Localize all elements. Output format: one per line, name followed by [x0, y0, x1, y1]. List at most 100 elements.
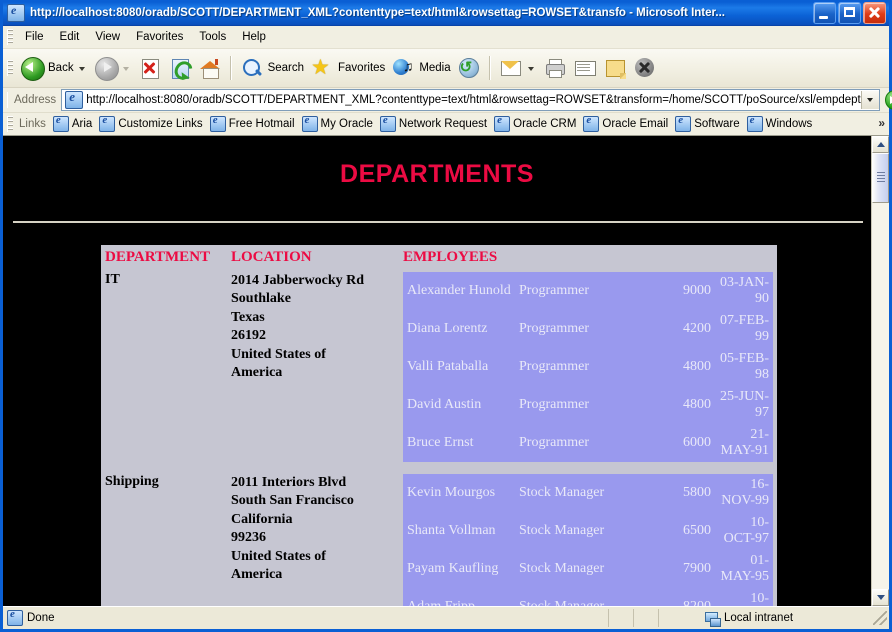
links-gripper[interactable]	[7, 116, 13, 132]
department-location: 2014 Jabberwocky Rd Southlake Texas 2619…	[227, 270, 399, 472]
history-icon: ↺	[457, 56, 481, 80]
link-windows[interactable]: Windows	[745, 116, 818, 132]
mail-button[interactable]	[496, 51, 540, 85]
location-line: South San Francisco	[231, 492, 395, 510]
link-software[interactable]: Software	[673, 116, 744, 132]
forward-dropdown-icon	[123, 67, 129, 71]
menu-gripper[interactable]	[7, 29, 13, 45]
link-aria[interactable]: Aria	[51, 116, 97, 132]
status-message-area: Done	[3, 609, 609, 627]
link-label: Windows	[766, 118, 813, 130]
links-label: Links	[19, 118, 46, 130]
menu-item-file[interactable]: File	[17, 29, 52, 45]
security-zone[interactable]: Local intranet	[659, 609, 873, 627]
link-icon	[302, 116, 318, 132]
close-button[interactable]	[863, 2, 886, 24]
employee-job: Programmer	[515, 424, 651, 462]
employee-name: David Austin	[403, 386, 515, 424]
menu-item-edit[interactable]: Edit	[52, 29, 88, 45]
search-button[interactable]: Search	[237, 51, 307, 85]
scrollbar-thumb[interactable]	[872, 153, 889, 203]
link-oracle-email[interactable]: Oracle Email	[581, 116, 673, 132]
employee-hire-date: 03-JAN-90	[715, 272, 773, 310]
scroll-up-button[interactable]	[872, 136, 889, 153]
web-page: DEPARTMENTS DEPARTMENT LOCATION EMPLOYEE…	[3, 136, 871, 606]
link-my-oracle[interactable]: My Oracle	[300, 116, 378, 132]
menu-item-favorites[interactable]: Favorites	[128, 29, 191, 45]
mail-dropdown-icon[interactable]	[528, 67, 534, 71]
title-bar: http://localhost:8080/oradb/SCOTT/DEPART…	[3, 0, 889, 26]
stop-button[interactable]	[135, 51, 165, 85]
employee-name: Shanta Vollman	[403, 512, 515, 550]
media-button[interactable]: ♫ Media	[388, 51, 453, 85]
employee-job: Programmer	[515, 310, 651, 348]
link-icon	[210, 116, 226, 132]
link-icon	[675, 116, 691, 132]
discuss-button[interactable]	[600, 51, 630, 85]
employee-row: Valli Pataballa Programmer 4800 05-FEB-9…	[403, 348, 773, 386]
link-label: Software	[694, 118, 739, 130]
back-button[interactable]: Back	[17, 51, 91, 85]
address-input[interactable]: http://localhost:8080/oradb/SCOTT/DEPART…	[61, 89, 880, 111]
links-overflow-icon[interactable]: »	[878, 116, 885, 130]
print-button[interactable]	[540, 51, 570, 85]
scrollbar-track[interactable]	[872, 153, 889, 589]
link-label: My Oracle	[321, 118, 373, 130]
employee-salary: 9000	[651, 272, 715, 310]
refresh-button[interactable]	[165, 51, 195, 85]
edit-button[interactable]	[570, 51, 600, 85]
column-header-department: DEPARTMENT	[101, 245, 227, 270]
history-button[interactable]: ↺	[454, 51, 484, 85]
chevron-up-icon	[877, 142, 885, 147]
department-name: IT	[101, 270, 227, 472]
employee-hire-date: 16-NOV-99	[715, 474, 773, 512]
link-icon	[583, 116, 599, 132]
status-pane-2	[634, 609, 659, 627]
maximize-button[interactable]	[838, 2, 861, 24]
link-free-hotmail[interactable]: Free Hotmail	[208, 116, 300, 132]
link-label: Free Hotmail	[229, 118, 295, 130]
link-label: Aria	[72, 118, 92, 130]
link-icon	[747, 116, 763, 132]
address-dropdown-button[interactable]	[861, 91, 879, 109]
ie-document-icon	[7, 4, 25, 22]
link-network-request[interactable]: Network Request	[378, 116, 492, 132]
link-oracle-crm[interactable]: Oracle CRM	[492, 116, 581, 132]
status-bar: Done Local intranet	[3, 606, 889, 629]
employee-salary: 7900	[651, 550, 715, 588]
resize-grip[interactable]	[873, 611, 887, 625]
employee-row: Kevin Mourgos Stock Manager 5800 16-NOV-…	[403, 474, 773, 512]
employee-job: Programmer	[515, 348, 651, 386]
forward-button[interactable]	[91, 51, 135, 85]
employees-table: Alexander Hunold Programmer 9000 03-JAN-…	[403, 272, 773, 462]
vertical-scrollbar[interactable]	[871, 136, 889, 606]
link-customize-links[interactable]: Customize Links	[97, 116, 207, 132]
toolbar-gripper[interactable]	[7, 60, 13, 76]
media-label: Media	[419, 62, 450, 74]
employee-row: David Austin Programmer 4800 25-JUN-97	[403, 386, 773, 424]
forward-arrow-icon	[94, 56, 118, 80]
refresh-icon	[168, 56, 192, 80]
messenger-button[interactable]	[630, 51, 660, 85]
employee-job: Stock Manager	[515, 550, 651, 588]
home-button[interactable]	[195, 51, 225, 85]
address-gripper[interactable]	[7, 92, 8, 108]
home-icon	[198, 56, 222, 80]
status-text: Done	[27, 612, 55, 624]
scroll-down-button[interactable]	[872, 589, 889, 606]
menu-item-help[interactable]: Help	[234, 29, 274, 45]
link-label: Customize Links	[118, 118, 202, 130]
employee-row: Alexander Hunold Programmer 9000 03-JAN-…	[403, 272, 773, 310]
menu-item-tools[interactable]: Tools	[191, 29, 234, 45]
back-dropdown-icon[interactable]	[79, 67, 85, 71]
links-bar: Links Aria Customize Links Free Hotmail …	[3, 113, 889, 136]
minimize-button[interactable]	[813, 2, 836, 24]
favorites-button[interactable]: ★ Favorites	[307, 51, 388, 85]
go-button[interactable]: Go	[883, 90, 892, 110]
menu-item-view[interactable]: View	[87, 29, 128, 45]
location-line: 2014 Jabberwocky Rd	[231, 272, 395, 290]
link-icon	[494, 116, 510, 132]
messenger-icon	[633, 56, 657, 80]
content-area: DEPARTMENTS DEPARTMENT LOCATION EMPLOYEE…	[3, 136, 889, 606]
address-bar: Address http://localhost:8080/oradb/SCOT…	[3, 88, 889, 113]
